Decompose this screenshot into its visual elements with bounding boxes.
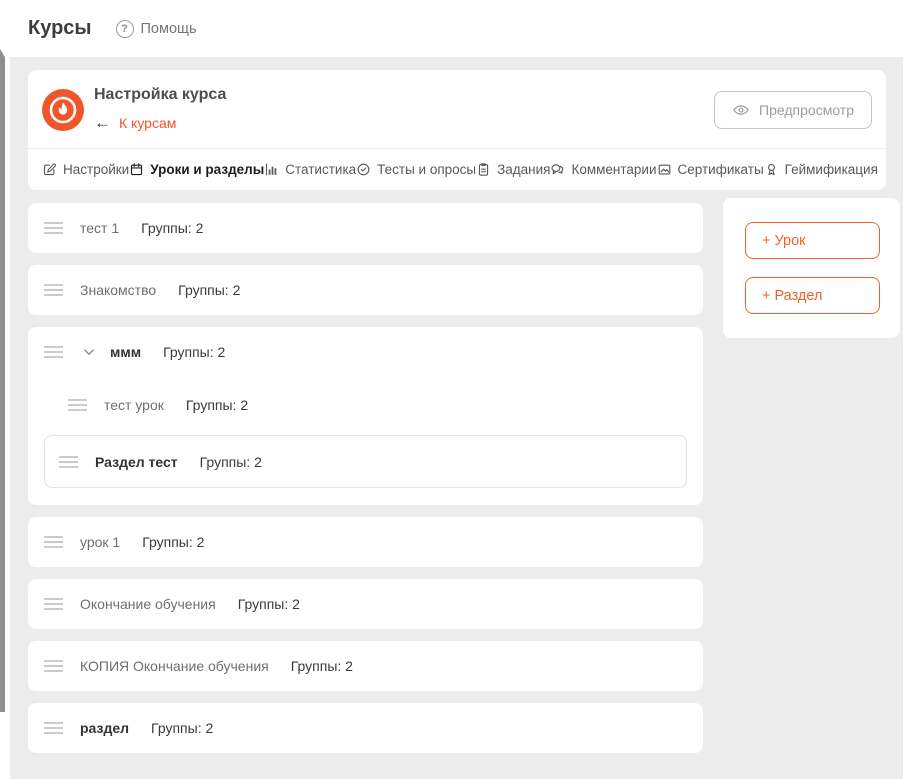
back-to-courses-link[interactable]: ← К курсам — [94, 114, 176, 131]
section-title: раздел — [80, 720, 129, 736]
section-title: Раздел тест — [95, 454, 178, 470]
lesson-title: Окончание обучения — [80, 596, 216, 612]
question-icon: ? — [116, 20, 134, 38]
content-panel: Настройка курса ← К курсам Предпросмотр … — [10, 57, 903, 779]
groups-count: Группы: 2 — [291, 658, 353, 674]
eye-icon — [732, 101, 750, 119]
lessons-list: тест 1 Группы: 2 Знакомство Группы: 2 мм… — [28, 203, 703, 765]
tab-statistics[interactable]: Статистика — [264, 162, 356, 177]
comments-icon — [550, 162, 565, 177]
bar-chart-icon — [264, 162, 279, 177]
tab-lessons-and-sections[interactable]: Уроки и разделы — [129, 162, 264, 177]
groups-count: Группы: 2 — [200, 454, 262, 470]
section-row[interactable]: раздел Группы: 2 — [28, 703, 703, 753]
calendar-icon — [129, 162, 144, 177]
lesson-row[interactable]: КОПИЯ Окончание обучения Группы: 2 — [28, 641, 703, 691]
clipboard-icon — [476, 162, 491, 177]
tab-label: Сертификаты — [678, 162, 764, 177]
groups-count: Группы: 2 — [163, 344, 225, 360]
section-row-expanded: ммм Группы: 2 тест урок Группы: 2 Раздел… — [28, 327, 703, 505]
tab-label: Настройки — [63, 162, 129, 177]
groups-count: Группы: 2 — [186, 397, 248, 413]
add-actions-card: + Урок + Раздел — [723, 198, 900, 338]
help-label: Помощь — [141, 21, 197, 37]
course-settings-title: Настройка курса — [94, 86, 226, 104]
lesson-title: урок 1 — [80, 534, 120, 550]
add-lesson-button[interactable]: + Урок — [745, 222, 880, 259]
groups-count: Группы: 2 — [142, 534, 204, 550]
tab-label: Задания — [497, 162, 550, 177]
preview-button-label: Предпросмотр — [759, 102, 854, 118]
back-link-label: К курсам — [119, 115, 176, 131]
vertical-scrollbar[interactable] — [0, 57, 5, 712]
groups-count: Группы: 2 — [178, 282, 240, 298]
groups-count: Группы: 2 — [238, 596, 300, 612]
drag-handle-icon[interactable] — [44, 222, 63, 234]
tab-label: Статистика — [285, 162, 356, 177]
lesson-title: КОПИЯ Окончание обучения — [80, 658, 269, 674]
groups-count: Группы: 2 — [151, 720, 213, 736]
image-icon — [657, 162, 672, 177]
section-header[interactable]: ммм Группы: 2 — [28, 327, 703, 377]
chevron-down-icon[interactable] — [80, 343, 98, 361]
nested-section-row[interactable]: Раздел тест Группы: 2 — [44, 435, 687, 488]
tab-comments[interactable]: Комментарии — [550, 162, 656, 177]
groups-count: Группы: 2 — [141, 220, 203, 236]
tab-label: Геймификация — [785, 162, 878, 177]
drag-handle-icon[interactable] — [44, 722, 63, 734]
lesson-title: Знакомство — [80, 282, 156, 298]
lesson-row[interactable]: тест 1 Группы: 2 — [28, 203, 703, 253]
lesson-title: тест урок — [104, 397, 164, 413]
preview-button[interactable]: Предпросмотр — [714, 91, 872, 129]
award-icon — [764, 162, 779, 177]
drag-handle-icon[interactable] — [44, 598, 63, 610]
tab-label: Комментарии — [571, 162, 656, 177]
tab-gamification[interactable]: Геймификация — [764, 162, 878, 177]
tab-certificates[interactable]: Сертификаты — [657, 162, 764, 177]
drag-handle-icon[interactable] — [59, 456, 78, 468]
drag-handle-icon[interactable] — [44, 660, 63, 672]
drag-handle-icon[interactable] — [44, 284, 63, 296]
tab-label: Тесты и опросы — [377, 162, 476, 177]
nested-lesson-row[interactable]: тест урок Группы: 2 — [52, 377, 703, 433]
lesson-row[interactable]: Знакомство Группы: 2 — [28, 265, 703, 315]
help-button[interactable]: ? Помощь — [116, 20, 197, 38]
page-title: Курсы — [28, 17, 92, 40]
window-header: Курсы ? Помощь — [0, 0, 915, 57]
lesson-row[interactable]: Окончание обучения Группы: 2 — [28, 579, 703, 629]
drag-handle-icon[interactable] — [68, 399, 87, 411]
course-header-card: Настройка курса ← К курсам Предпросмотр … — [28, 70, 886, 190]
tab-tests-and-surveys[interactable]: Тесты и опросы — [356, 162, 476, 177]
left-arrow-icon: ← — [94, 114, 111, 131]
check-circle-icon — [356, 162, 371, 177]
tab-assignments[interactable]: Задания — [476, 162, 550, 177]
drag-handle-icon[interactable] — [44, 346, 63, 358]
scrollbar-arrow-icon — [0, 49, 5, 57]
tab-settings[interactable]: Настройки — [42, 162, 129, 177]
course-logo-icon — [42, 89, 84, 131]
lesson-title: тест 1 — [80, 220, 119, 236]
course-tabs: Настройки Уроки и разделы Статистика — [28, 148, 886, 190]
tab-label: Уроки и разделы — [150, 162, 264, 177]
lesson-row[interactable]: урок 1 Группы: 2 — [28, 517, 703, 567]
edit-icon — [42, 162, 57, 177]
section-title: ммм — [110, 344, 141, 360]
add-section-button[interactable]: + Раздел — [745, 277, 880, 314]
drag-handle-icon[interactable] — [44, 536, 63, 548]
